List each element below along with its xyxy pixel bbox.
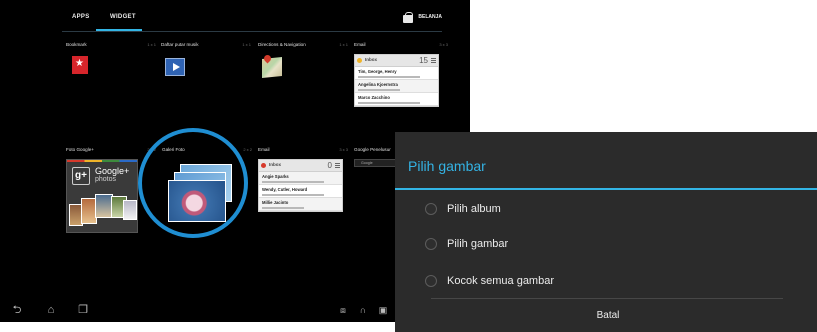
- dialog-button-divider: [431, 298, 783, 299]
- widget-music-playlist[interactable]: Daftar putar musik 1 x 1: [161, 42, 251, 122]
- gplus-sub: photos: [95, 176, 117, 183]
- widget-email[interactable]: Email 3 x 3 Inbox 15 Tim, George, Henry …: [354, 42, 448, 122]
- email-sender: Angie Sparks: [262, 174, 289, 179]
- widget-size: 3 x 3: [339, 147, 348, 152]
- widget-label: Foto Google+: [66, 147, 94, 152]
- widget-label: Google Penelusur: [354, 147, 391, 152]
- widget-directions[interactable]: Directions & Navigation 1 x 1: [258, 42, 348, 122]
- email-sender: Tim, George, Henry: [358, 69, 397, 74]
- email-widget-count: 15: [419, 56, 428, 65]
- email-widget-preview: Inbox 15 Tim, George, Henry Angelina Kjo…: [354, 54, 439, 107]
- gallery-icon[interactable]: ▣: [376, 303, 390, 317]
- widget-label: Daftar putar musik: [161, 42, 199, 47]
- choose-image-dialog: Pilih gambar Pilih album Pilih gambar Ko…: [395, 132, 817, 332]
- shop-label: BELANJA: [418, 14, 442, 20]
- email-snippet-line: [262, 194, 324, 196]
- tab-widget[interactable]: WIDGET: [110, 14, 136, 20]
- email-snippet-line: [358, 89, 401, 91]
- option-shuffle-all[interactable]: Kocok semua gambar: [425, 270, 554, 292]
- radio-button[interactable]: [425, 203, 437, 215]
- google-plus-logo-icon: g+: [72, 167, 90, 185]
- tab-apps[interactable]: APPS: [72, 14, 90, 20]
- email-row: Tim, George, Henry: [355, 67, 438, 80]
- widget-bookmark[interactable]: Bookmark 1 x 1: [66, 42, 156, 122]
- email-snippet-line: [262, 181, 324, 183]
- email-widget-title: Inbox: [365, 57, 377, 62]
- gplus-name: Google+: [95, 166, 130, 176]
- widget-label: Email: [354, 42, 366, 47]
- widget-size: 1 x 1: [147, 42, 156, 47]
- option-label: Pilih album: [447, 203, 501, 215]
- screenshot-icon[interactable]: ⧈: [336, 303, 350, 317]
- email-sender: Millie Jacinto: [262, 200, 289, 205]
- google-plus-photos-preview: g+ Google+ photos: [66, 159, 138, 233]
- option-label: Kocok semua gambar: [447, 275, 554, 287]
- email-widget-title: Inbox: [269, 162, 281, 167]
- email-snippet-line: [358, 102, 420, 104]
- option-choose-album[interactable]: Pilih album: [425, 198, 501, 220]
- widget-size: 3 x 3: [439, 42, 448, 47]
- email-sender: Marco Zacchino: [358, 95, 390, 100]
- menu-icon: [335, 163, 340, 168]
- email-snippet-line: [358, 76, 420, 78]
- home-icon[interactable]: ⌂: [44, 303, 58, 317]
- email-sender: Angelina Kjoernstra: [358, 82, 398, 87]
- search-hint: Google: [361, 161, 373, 165]
- email-widget-header: Inbox 0: [259, 160, 342, 172]
- bookmark-icon: [72, 56, 88, 74]
- widget-label: Bookmark: [66, 42, 87, 47]
- email-widget-header: Inbox 15: [355, 55, 438, 67]
- widget-size: 1 x 1: [339, 42, 348, 47]
- menu-icon: [431, 58, 436, 63]
- dialog-title: Pilih gambar: [408, 158, 486, 174]
- widget-email-2[interactable]: Email 3 x 3 Inbox 0 Angie Sparks Wendy, …: [258, 147, 348, 237]
- dialog-title-divider: [395, 188, 817, 190]
- email-widget-count: 0: [327, 161, 332, 170]
- shop-button[interactable]: BELANJA: [403, 10, 442, 24]
- shopping-bag-icon: [403, 11, 414, 23]
- music-play-icon: [165, 58, 185, 76]
- email-row: Wendy, Cutler, Howard: [259, 185, 342, 198]
- email-sender: Wendy, Cutler, Howard: [262, 187, 308, 192]
- widget-label: Email: [258, 147, 270, 152]
- option-choose-image[interactable]: Pilih gambar: [425, 233, 508, 255]
- email-row: Angelina Kjoernstra: [355, 80, 438, 93]
- email-snippet-line: [262, 207, 305, 209]
- email-widget-preview: Inbox 0 Angie Sparks Wendy, Cutler, Howa…: [258, 159, 343, 212]
- headphones-icon[interactable]: ∩: [356, 303, 370, 317]
- email-row: Marco Zacchino: [355, 93, 438, 106]
- radio-button[interactable]: [425, 275, 437, 287]
- recent-apps-icon[interactable]: ❐: [76, 303, 90, 317]
- photo-thumbnail: [123, 200, 137, 220]
- widget-tab-bar: APPS WIDGET BELANJA: [0, 0, 470, 38]
- widget-size: 1 x 1: [242, 42, 251, 47]
- inbox-icon: [357, 58, 362, 63]
- widget-label: Directions & Navigation: [258, 42, 306, 47]
- tab-divider: [62, 31, 442, 32]
- gallery-stack-photo: [168, 180, 226, 222]
- gmail-icon: [261, 163, 266, 168]
- radio-button[interactable]: [425, 238, 437, 250]
- option-label: Pilih gambar: [447, 238, 509, 250]
- cancel-button[interactable]: Batal: [395, 300, 817, 332]
- email-row: Angie Sparks: [259, 172, 342, 185]
- email-row: Millie Jacinto: [259, 198, 342, 211]
- widget-size: 2 x 2: [243, 147, 252, 152]
- back-icon[interactable]: ⮌: [10, 303, 24, 317]
- brand-stripe: [67, 160, 137, 162]
